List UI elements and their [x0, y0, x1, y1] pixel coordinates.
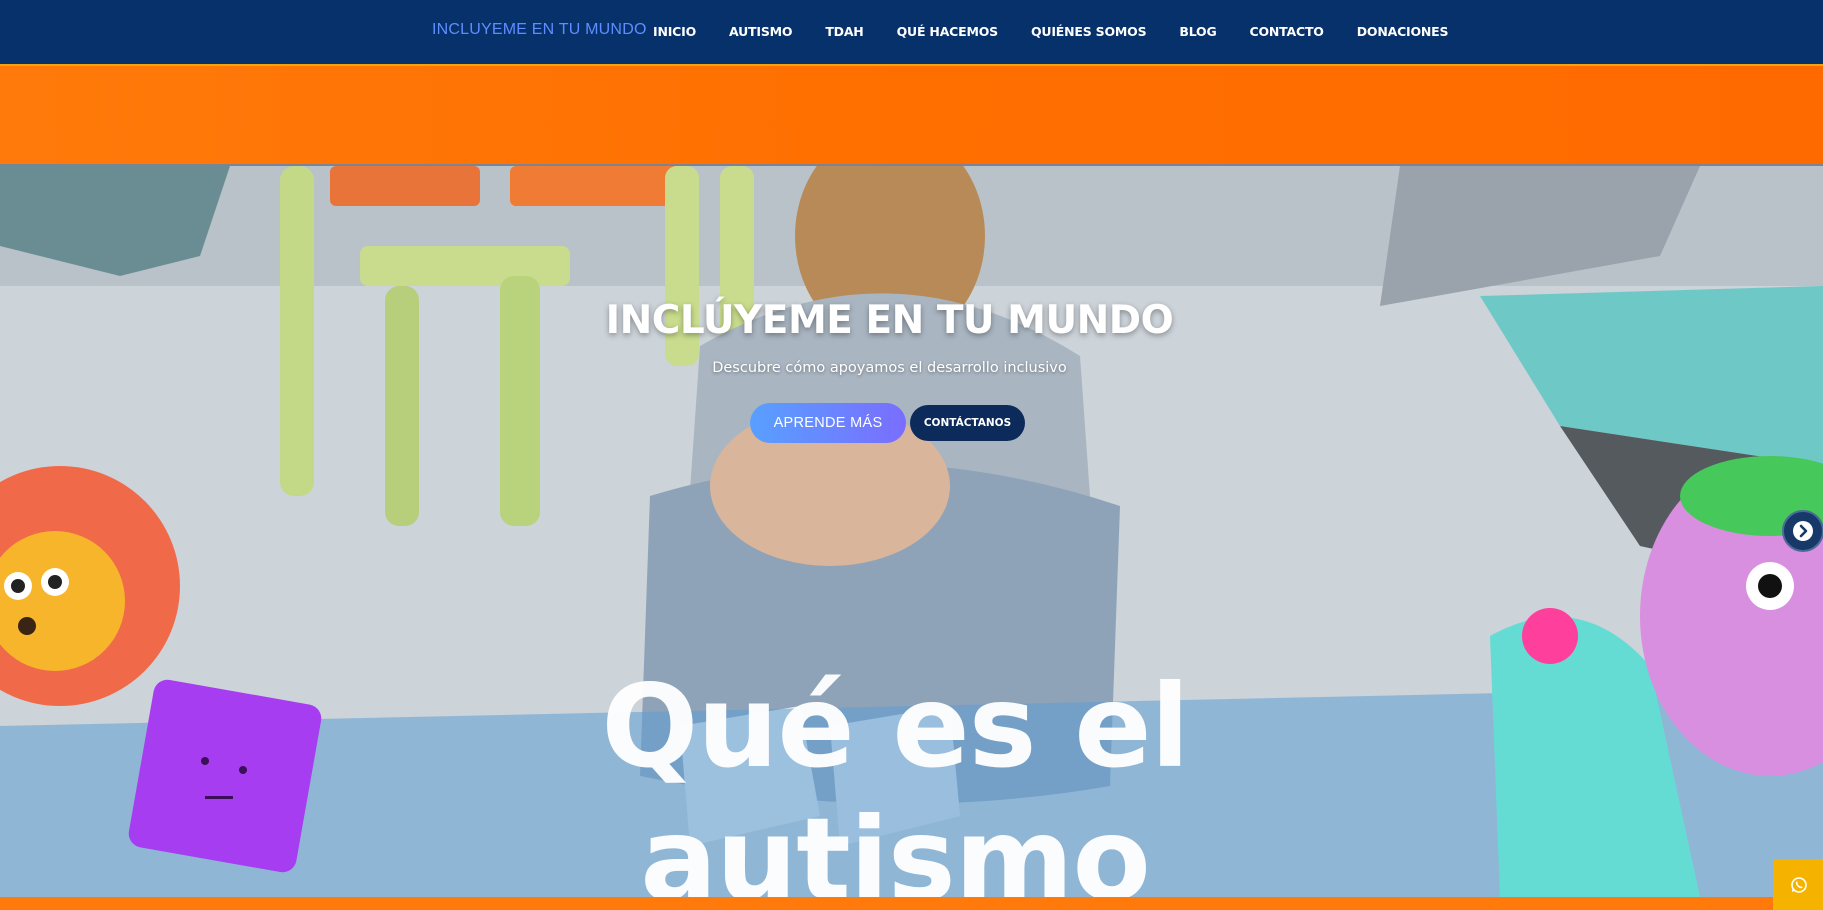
nav-item-inicio[interactable]: INICIO	[653, 24, 696, 39]
nav-item-tdah[interactable]: TDAH	[825, 24, 863, 39]
hero-subtitle: Descubre cómo apoyamos el desarrollo inc…	[712, 360, 1067, 376]
nav-item-quienes-somos[interactable]: QUIÉNES SOMOS	[1031, 24, 1147, 39]
carousel-next-button[interactable]	[1782, 510, 1823, 552]
main-nav: INICIO AUTISMO TDAH QUÉ HACEMOS QUIÉNES …	[653, 23, 1481, 41]
nav-item-donaciones[interactable]: DONACIONES	[1357, 24, 1449, 39]
learn-more-button[interactable]: APRENDE MÁS	[750, 403, 906, 443]
floating-whatsapp-button[interactable]	[1773, 859, 1823, 910]
chevron-right-circle-icon	[1793, 521, 1813, 541]
nav-item-blog[interactable]: BLOG	[1179, 24, 1216, 39]
top-navbar: INCLUYEME EN TU MUNDO INICIO AUTISMO TDA…	[0, 0, 1823, 66]
slide-caption: Qué es el autismo	[601, 660, 1189, 897]
hero-title: INCLÚYEME EN TU MUNDO	[605, 298, 1174, 343]
orange-banner	[0, 66, 1823, 166]
whatsapp-icon	[1791, 877, 1807, 893]
contact-us-button[interactable]: CONTÁCTANOS	[910, 405, 1025, 441]
nav-item-autismo[interactable]: AUTISMO	[729, 24, 792, 39]
hero-carousel: INCLÚYEME EN TU MUNDO Descubre cómo apoy…	[0, 166, 1823, 897]
nav-item-que-hacemos[interactable]: QUÉ HACEMOS	[897, 24, 999, 39]
brand-link[interactable]: INCLUYEME EN TU MUNDO	[432, 21, 647, 39]
nav-item-contacto[interactable]: CONTACTO	[1250, 24, 1324, 39]
bottom-orange-strip	[0, 897, 1823, 910]
